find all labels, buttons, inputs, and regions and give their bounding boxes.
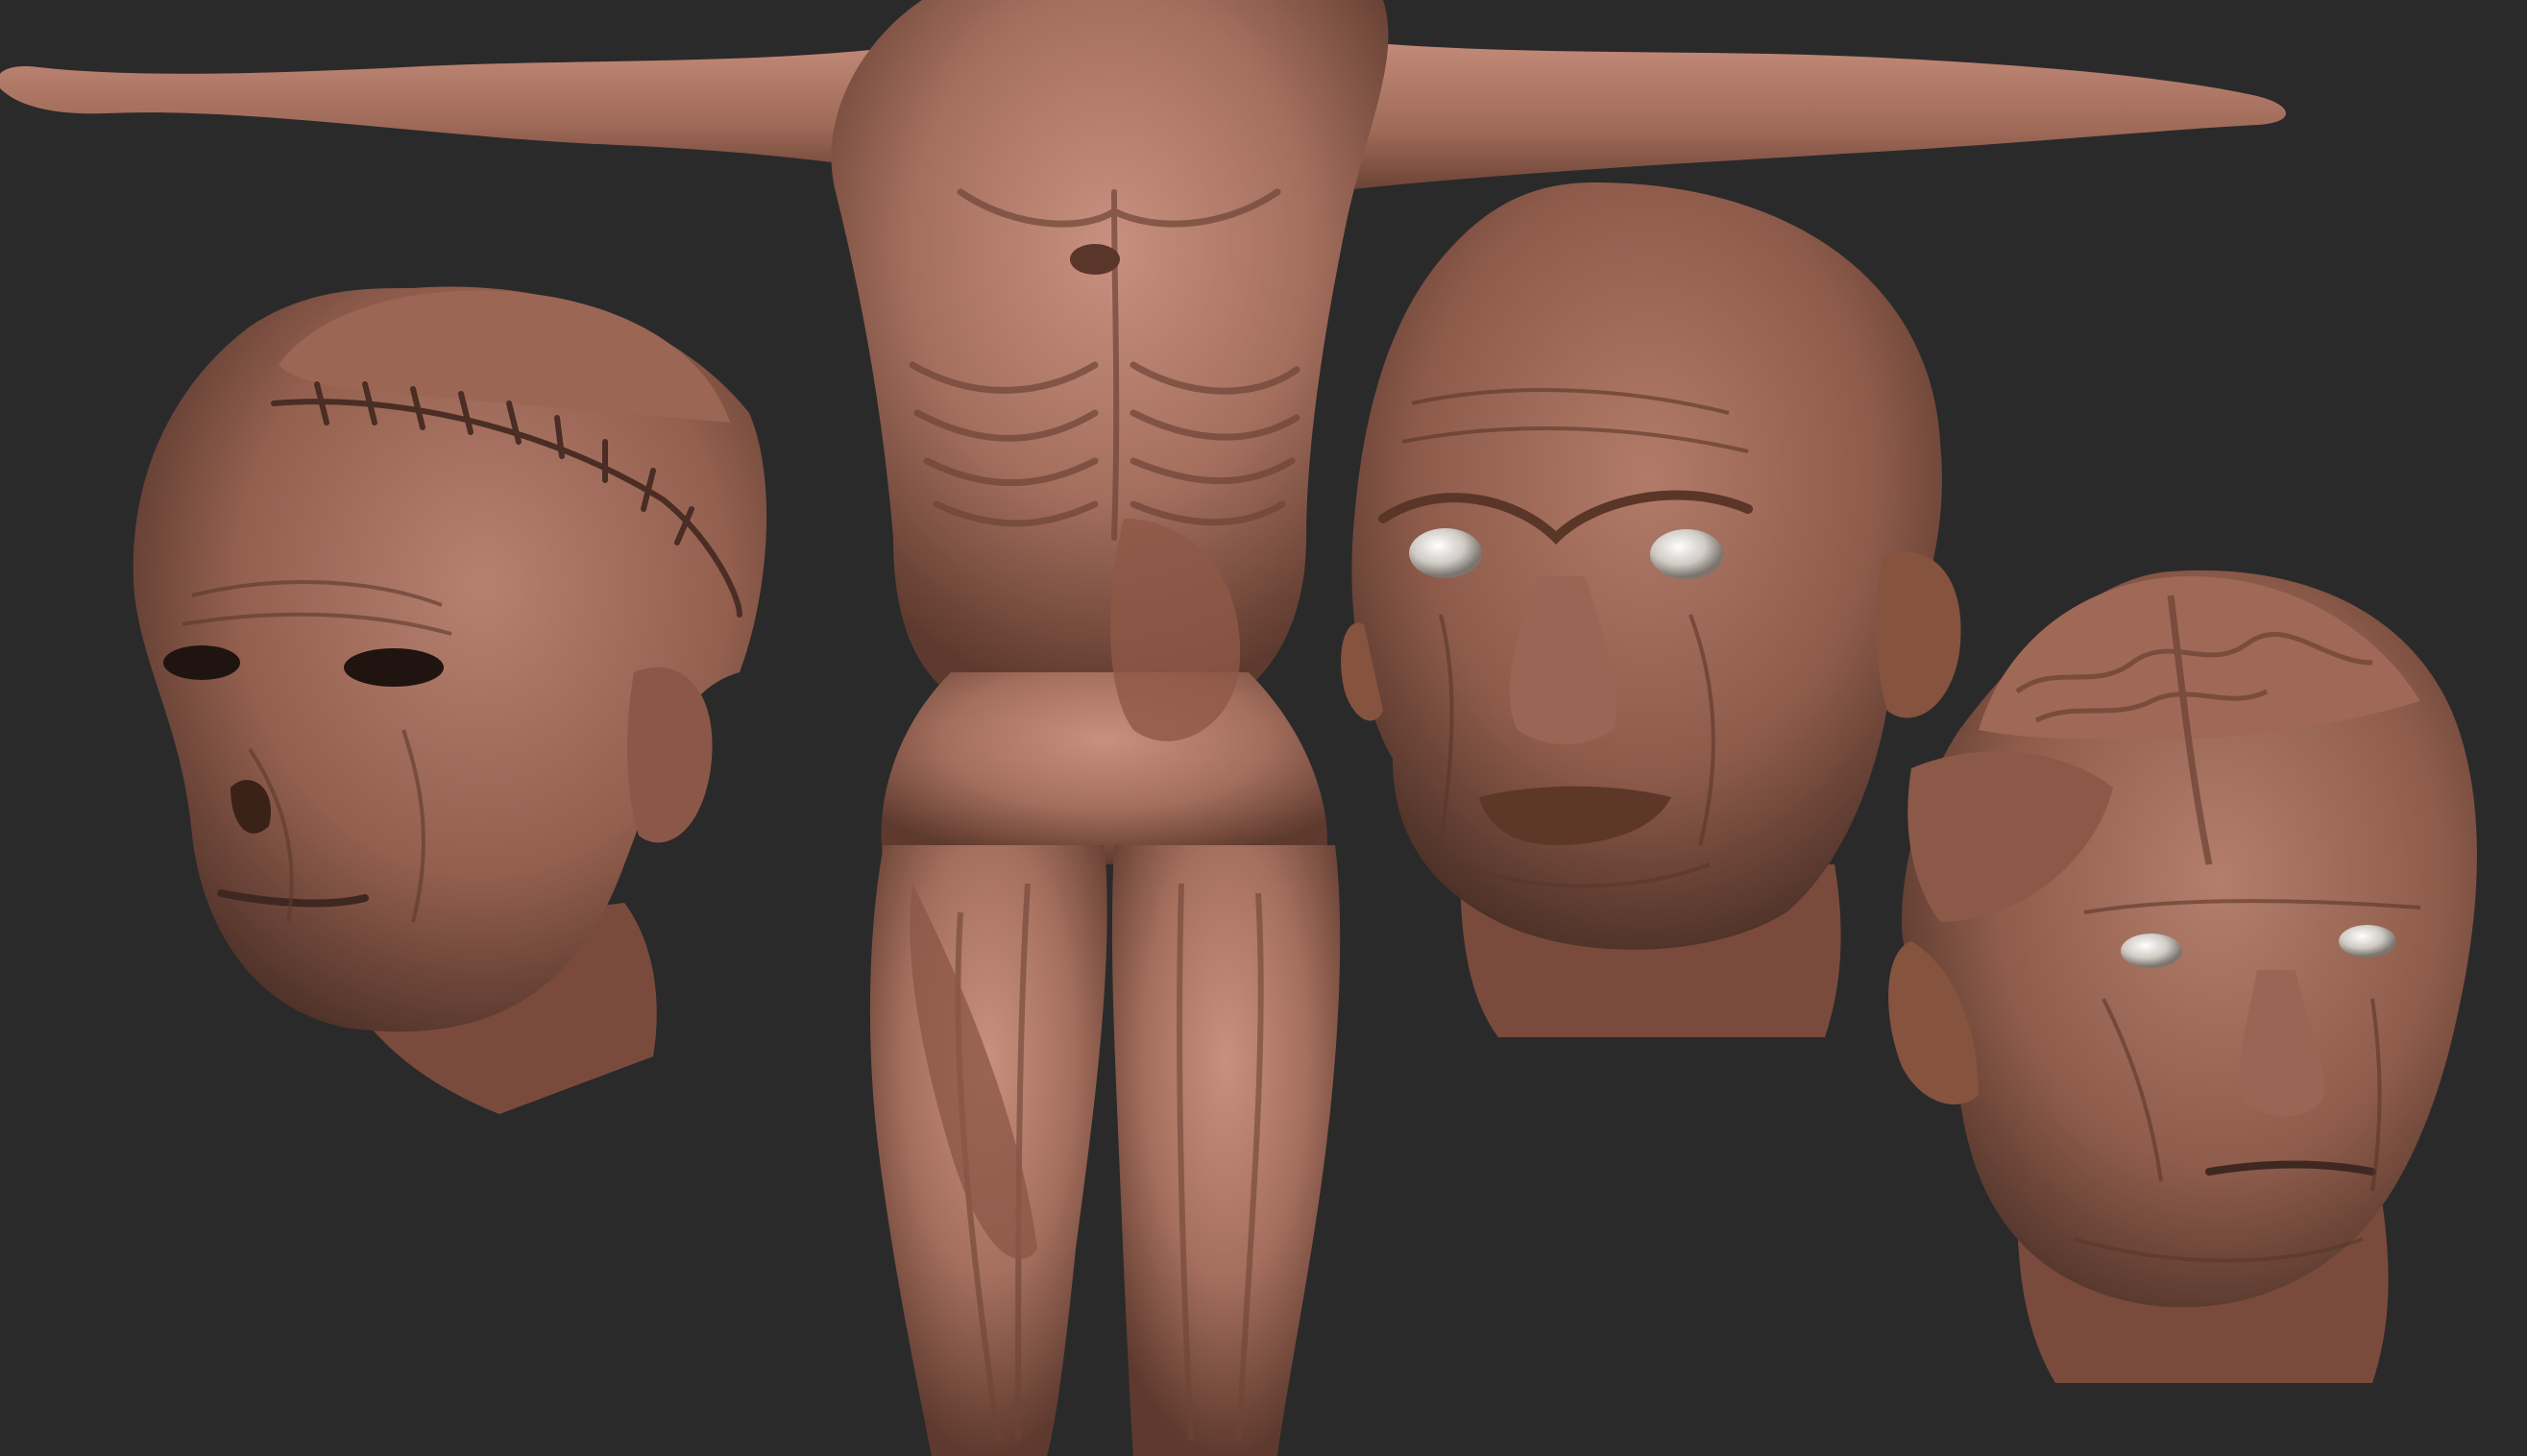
left-arm [0,38,960,182]
right-leg [1111,845,1341,1456]
center-head-right-ear [1876,551,1961,718]
right-head-left-eye [2121,934,2182,968]
left-head-right-eye-socket [344,648,444,687]
hips [881,672,1327,864]
right-arm [1325,38,2286,192]
right-head-sculpt [1888,570,2477,1383]
chest-wound [1070,244,1120,275]
left-head-sculpt [133,286,767,1114]
center-head-sculpt [1341,182,1961,1037]
torso [831,0,1389,701]
right-head-right-eye [2339,925,2396,958]
sculpt-render-svg [0,0,2477,1456]
sculpt-render-canvas [0,0,2527,1456]
left-head-ear [627,667,713,843]
left-head-left-eye-socket [163,645,240,680]
center-head-right-eye [1650,529,1723,579]
center-head-left-eye [1409,528,1482,578]
